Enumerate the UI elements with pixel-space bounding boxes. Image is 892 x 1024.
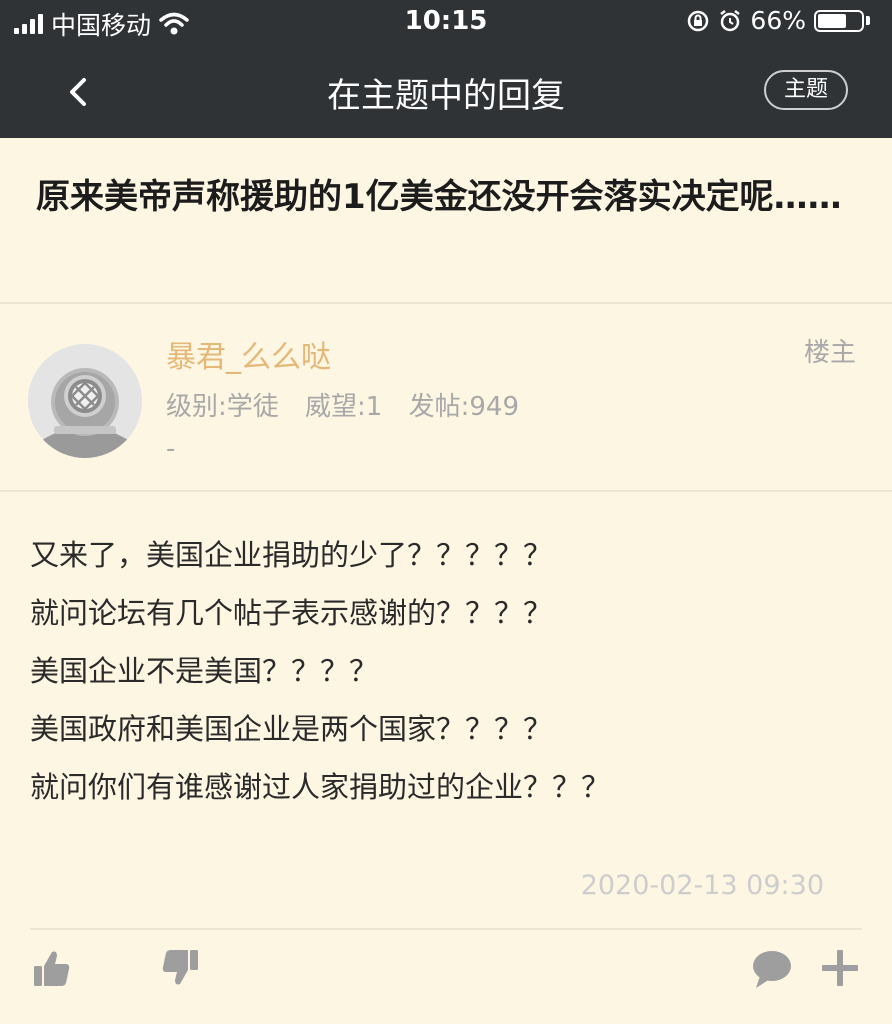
author-level: 级别:学徒 xyxy=(166,392,279,422)
nav-bar: 在主题中的回复 主题 xyxy=(0,46,892,138)
battery-icon xyxy=(814,9,864,32)
author-name[interactable]: 暴君_么么哒 xyxy=(166,332,331,376)
author-prestige: 威望:1 xyxy=(305,392,383,422)
like-button[interactable] xyxy=(30,946,74,990)
content-line: 美国政府和美国企业是两个国家？？？？ xyxy=(30,712,553,746)
divider xyxy=(30,928,862,930)
add-button[interactable] xyxy=(818,946,862,990)
rotation-lock-icon xyxy=(688,10,709,31)
comment-button[interactable] xyxy=(750,946,794,990)
topic-button[interactable]: 主题 xyxy=(764,70,848,110)
post-timestamp: 2020-02-13 09:30 xyxy=(580,870,824,901)
divider xyxy=(0,302,892,304)
plus-icon xyxy=(822,950,858,986)
author-posts: 发帖:949 xyxy=(408,392,519,422)
content-line: 就问你们有谁感谢过人家捐助过的企业？？？ xyxy=(30,770,611,804)
content-line: 就问论坛有几个帖子表示感谢的？？？？ xyxy=(30,596,553,630)
status-bar: 中国移动 10:15 66% xyxy=(0,0,892,46)
post-title: 原来美帝声称援助的1亿美金还没开会落实决定呢…… xyxy=(36,177,842,217)
author-meta: 级别:学徒 威望:1 发帖:949 xyxy=(166,386,537,423)
battery-percent: 66% xyxy=(750,6,806,35)
comment-icon xyxy=(753,951,791,988)
status-right: 66% xyxy=(686,6,870,35)
diving-helmet-icon xyxy=(28,344,142,458)
thumbs-down-icon xyxy=(162,950,198,985)
author-signature: - xyxy=(166,434,176,464)
avatar[interactable] xyxy=(28,344,142,458)
alarm-icon xyxy=(720,9,741,31)
content-line: 美国企业不是美国？？？？ xyxy=(30,654,379,688)
dislike-button[interactable] xyxy=(158,946,202,990)
content-line: 又来了，美国企业捐助的少了？？？？？ xyxy=(30,538,553,572)
thumbs-up-icon xyxy=(34,951,70,986)
op-badge: 楼主 xyxy=(803,338,856,368)
post-content: 又来了，美国企业捐助的少了？？？？？ 就问论坛有几个帖子表示感谢的？？？？ 美国… xyxy=(30,526,860,816)
divider xyxy=(0,490,892,492)
page-title: 在主题中的回复 xyxy=(327,76,565,116)
